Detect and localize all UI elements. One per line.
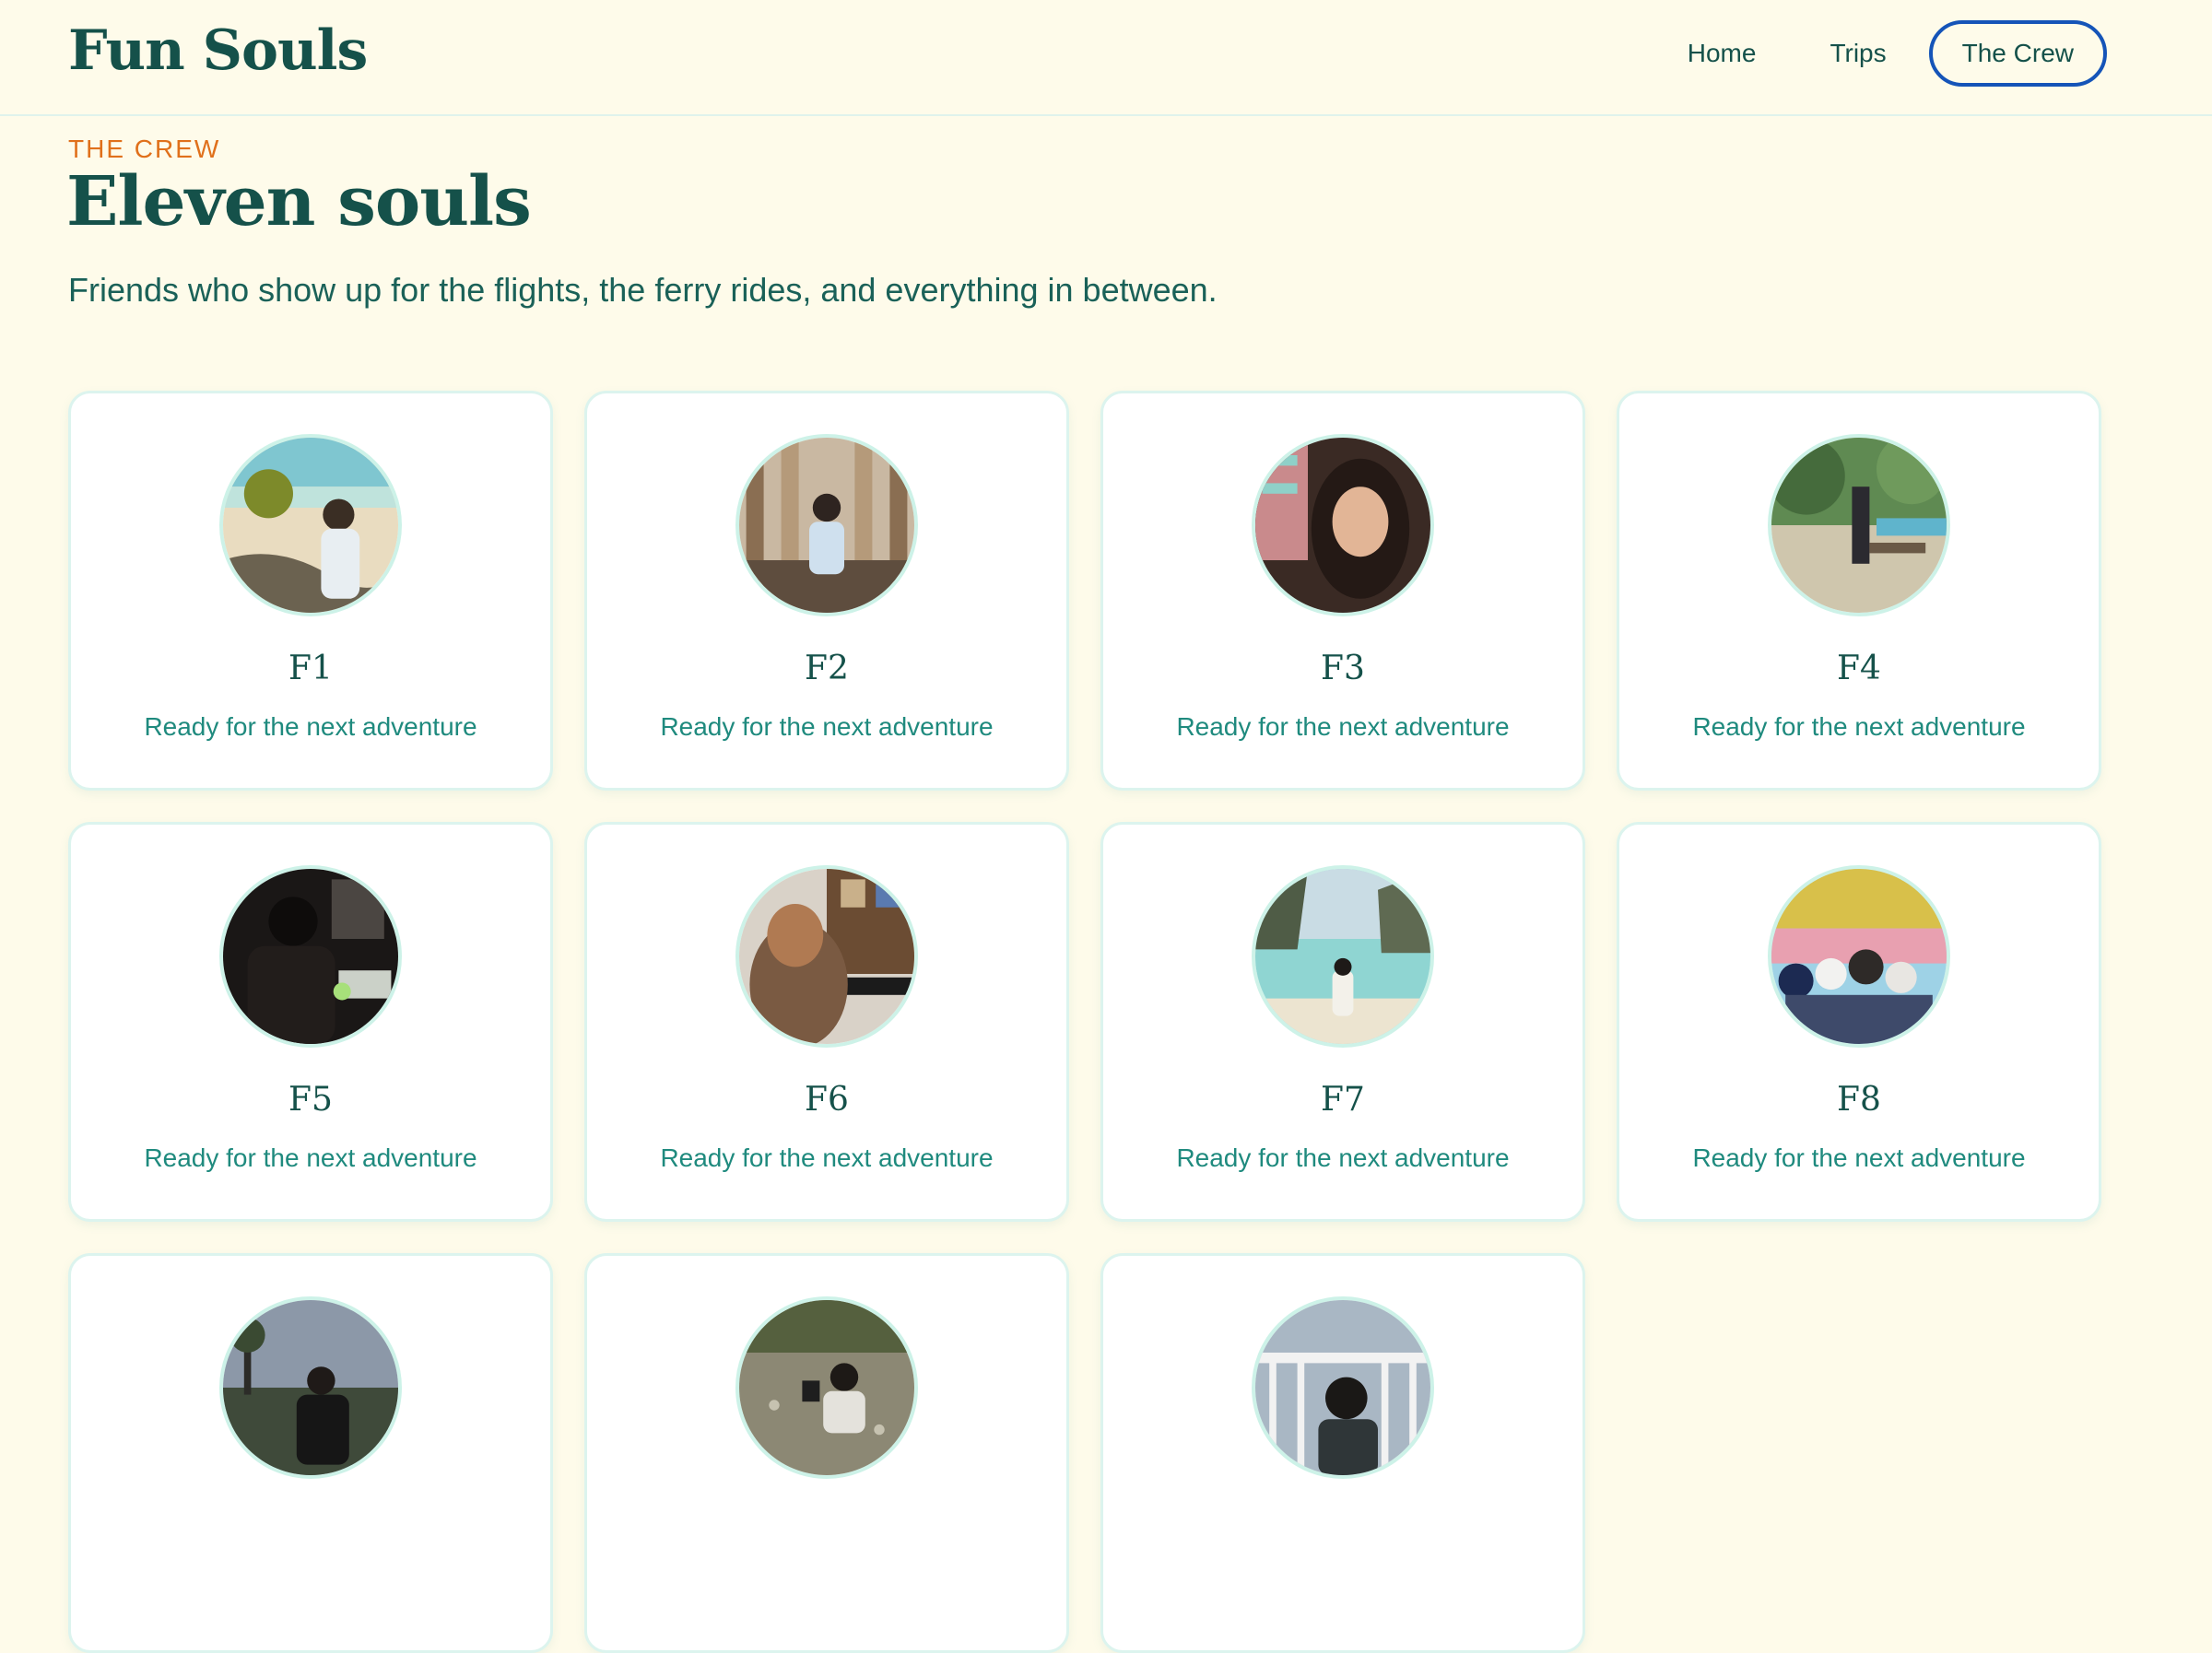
crew-tagline: Ready for the next adventure	[660, 712, 994, 741]
avatar	[1252, 865, 1434, 1048]
crew-card[interactable]	[1100, 1253, 1585, 1653]
crew-grid: F1 Ready for the next adventure F2 Ready…	[68, 391, 2101, 1653]
avatar	[735, 1296, 918, 1479]
avatar	[1768, 434, 1950, 616]
avatar	[1252, 1296, 1434, 1479]
crew-card[interactable]: F5 Ready for the next adventure	[68, 822, 553, 1222]
crew-name: F1	[288, 650, 333, 687]
crew-card[interactable]	[584, 1253, 1069, 1653]
crew-name: F2	[805, 650, 849, 687]
site-header: Fun Souls Home Trips The Crew	[0, 0, 2212, 116]
crew-tagline: Ready for the next adventure	[1176, 712, 1510, 741]
page-title: Eleven souls	[66, 162, 532, 241]
avatar	[1768, 865, 1950, 1048]
page-lead: Friends who show up for the flights, the…	[68, 271, 1218, 309]
crew-name: F4	[1837, 650, 1881, 687]
avatar	[219, 1296, 402, 1479]
crew-name: F7	[1321, 1081, 1365, 1119]
crew-card[interactable]	[68, 1253, 553, 1653]
main-nav: Home Trips The Crew	[1614, 20, 2107, 87]
crew-card[interactable]: F3 Ready for the next adventure	[1100, 391, 1585, 791]
crew-name: F3	[1321, 650, 1365, 687]
nav-home[interactable]: Home	[1688, 20, 1757, 87]
crew-tagline: Ready for the next adventure	[1176, 1143, 1510, 1172]
crew-tagline: Ready for the next adventure	[1692, 712, 2026, 741]
nav-trips[interactable]: Trips	[1830, 20, 1886, 87]
crew-tagline: Ready for the next adventure	[660, 1143, 994, 1172]
avatar	[735, 434, 918, 616]
avatar	[1252, 434, 1434, 616]
crew-card[interactable]: F8 Ready for the next adventure	[1617, 822, 2101, 1222]
crew-card[interactable]: F2 Ready for the next adventure	[584, 391, 1069, 791]
crew-card[interactable]: F1 Ready for the next adventure	[68, 391, 553, 791]
avatar	[735, 865, 918, 1048]
crew-card[interactable]: F6 Ready for the next adventure	[584, 822, 1069, 1222]
crew-tagline: Ready for the next adventure	[1692, 1143, 2026, 1172]
crew-card[interactable]: F4 Ready for the next adventure	[1617, 391, 2101, 791]
section-eyebrow: THE CREW	[68, 135, 221, 163]
crew-card[interactable]: F7 Ready for the next adventure	[1100, 822, 1585, 1222]
avatar	[219, 865, 402, 1048]
crew-name: F8	[1837, 1081, 1881, 1119]
crew-name: F6	[805, 1081, 849, 1119]
crew-name: F5	[288, 1081, 333, 1119]
avatar	[219, 434, 402, 616]
nav-the-crew[interactable]: The Crew	[1928, 20, 2107, 87]
brand-logo[interactable]: Fun Souls	[68, 18, 368, 83]
crew-tagline: Ready for the next adventure	[144, 1143, 477, 1172]
crew-tagline: Ready for the next adventure	[144, 712, 477, 741]
